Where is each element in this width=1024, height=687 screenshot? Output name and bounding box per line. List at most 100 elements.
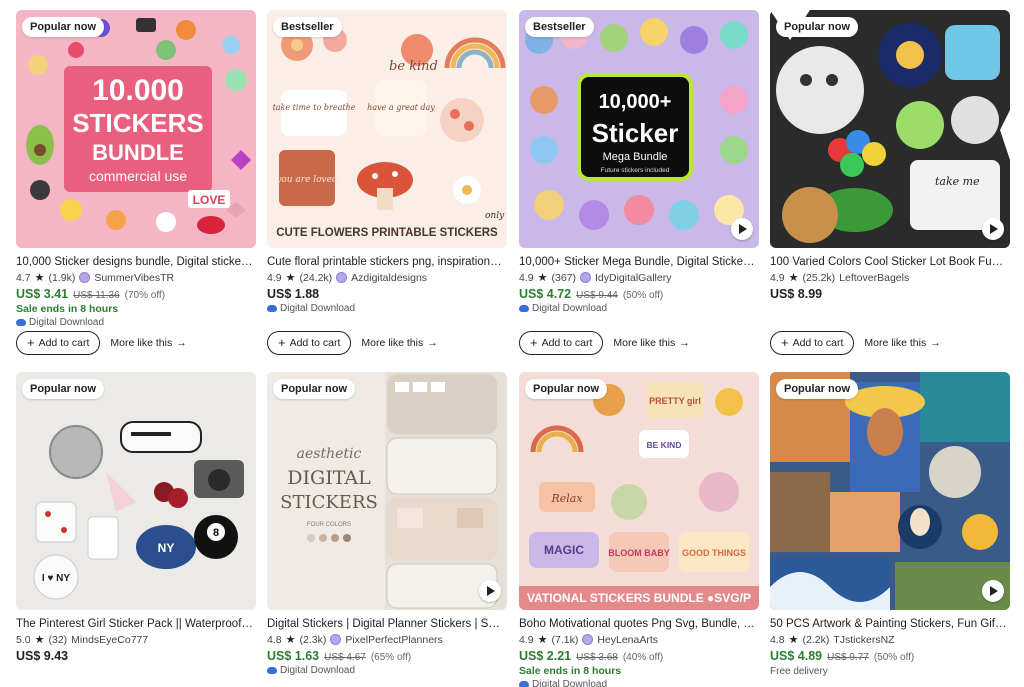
sticker-bundle-artwork: 10.000 STICKERS BUNDLE commercial use LO… xyxy=(16,10,256,248)
rating-row: 4.7 ★ (1.9k) SummerVibesTR xyxy=(16,271,256,285)
price-row: US$ 4.89 US$ 9.77 (50% off) xyxy=(770,649,1010,663)
more-like-this-link[interactable]: More like this → xyxy=(110,337,186,349)
pinterest-girl-stickers-artwork: NY 8 I ♥ NY xyxy=(16,372,256,610)
discount-percent: (50% off) xyxy=(622,290,664,301)
thumb-ny-text: I ♥ NY xyxy=(42,573,70,584)
listing-image[interactable]: 10.000 STICKERS BUNDLE commercial use LO… xyxy=(16,10,256,248)
review-count: (25.2k) xyxy=(802,271,836,284)
shop-name[interactable]: MindsEyeCo777 xyxy=(71,634,148,646)
cloud-download-icon xyxy=(519,305,529,312)
add-to-cart-button[interactable]: + Add to cart xyxy=(519,331,604,355)
rating-value: 4.9 xyxy=(519,633,534,646)
rating-row: 5.0 ★ (32) MindsEyeCo777 xyxy=(16,633,256,647)
cloud-download-icon xyxy=(16,319,26,326)
listing-card[interactable]: 10,000+ Sticker Mega Bundle Future stick… xyxy=(519,10,759,314)
digital-download-text: Digital Download xyxy=(532,303,608,314)
listing-card[interactable]: be kind take time to breathe have a grea… xyxy=(267,10,507,314)
shop-badge-icon xyxy=(580,272,591,283)
sale-price: US$ 4.89 xyxy=(770,649,823,663)
price: US$ 1.88 xyxy=(267,287,320,301)
listing-title[interactable]: The Pinterest Girl Sticker Pack || Water… xyxy=(16,617,254,631)
rating-value: 4.7 xyxy=(16,271,31,284)
listing-title[interactable]: 100 Varied Colors Cool Sticker Lot Book … xyxy=(770,255,1008,269)
shop-name[interactable]: IdyDigitalGallery xyxy=(595,272,671,284)
price-row: US$ 9.43 xyxy=(16,649,256,663)
card-actions: + Add to cart More like this → xyxy=(519,331,690,355)
listing-title[interactable]: 50 PCS Artwork & Painting Stickers, Fun … xyxy=(770,617,1008,631)
listing-image[interactable]: take me Popular now xyxy=(770,10,1010,248)
thumb-title-line2: Sticker xyxy=(592,118,679,148)
thumb-sticker-text: only xyxy=(485,211,505,221)
play-video-icon[interactable] xyxy=(731,218,753,240)
rating-value: 4.9 xyxy=(519,271,534,284)
thumb-sticker-text: PRETTY girl xyxy=(649,396,701,406)
add-to-cart-button[interactable]: + Add to cart xyxy=(770,331,855,355)
sale-price: US$ 1.63 xyxy=(267,649,320,663)
listing-card[interactable]: aesthetic DIGITAL STICKERS FOUR COLORS P… xyxy=(267,372,507,676)
thumb-sticker-text: GOOD THINGS xyxy=(682,548,746,558)
rating-value: 4.8 xyxy=(267,633,282,646)
thumb-sticker-text: BE KIND xyxy=(647,440,682,450)
shop-name[interactable]: TJstickersNZ xyxy=(833,634,894,646)
more-like-this-link[interactable]: More like this → xyxy=(613,337,689,349)
more-like-this-link[interactable]: More like this → xyxy=(864,337,940,349)
shop-badge-icon xyxy=(79,272,91,283)
rating-value: 4.9 xyxy=(770,271,785,284)
shop-name[interactable]: Azdigitaldesigns xyxy=(351,272,427,284)
arrow-right-icon: → xyxy=(427,337,438,349)
thumb-banner-text: VATIONAL STICKERS BUNDLE ●SVG/P xyxy=(527,591,751,605)
listing-image[interactable]: 10,000+ Sticker Mega Bundle Future stick… xyxy=(519,10,759,248)
play-video-icon[interactable] xyxy=(479,580,501,602)
digital-planner-stickers-artwork: aesthetic DIGITAL STICKERS FOUR COLORS xyxy=(267,372,507,610)
cloud-download-icon xyxy=(267,667,277,674)
listing-title[interactable]: 10,000+ Sticker Mega Bundle, Digital Sti… xyxy=(519,255,757,269)
listing-image[interactable]: NY 8 I ♥ NY Popular now xyxy=(16,372,256,610)
rating-row: 4.9 ★ (7.1k) HeyLenaArts xyxy=(519,633,759,647)
bestseller-badge: Bestseller xyxy=(273,17,342,37)
thumb-title-line1: 10,000+ xyxy=(599,91,672,113)
star-icon: ★ xyxy=(285,272,296,284)
thumb-sticker-text: Relax xyxy=(550,492,583,505)
star-icon: ★ xyxy=(788,634,799,646)
listing-image[interactable]: aesthetic DIGITAL STICKERS FOUR COLORS P… xyxy=(267,372,507,610)
shop-badge-icon xyxy=(582,634,594,645)
original-price: US$ 4.67 xyxy=(324,652,366,663)
shop-name[interactable]: LeftoverBagels xyxy=(839,272,909,284)
thumb-sticker-text: take me xyxy=(935,175,980,188)
listing-image[interactable]: PRETTY girl BE KIND Relax MAGIC BLOOM BA… xyxy=(519,372,759,610)
arrow-right-icon: → xyxy=(679,337,690,349)
review-count: (367) xyxy=(551,271,576,284)
price: US$ 9.43 xyxy=(16,649,69,663)
listing-card[interactable]: 10.000 STICKERS BUNDLE commercial use LO… xyxy=(16,10,256,328)
discount-percent: (70% off) xyxy=(124,290,166,301)
shop-badge-icon xyxy=(336,272,348,283)
thumb-sticker-text: MAGIC xyxy=(544,543,584,557)
price-row: US$ 8.99 xyxy=(770,287,1010,301)
digital-download-label: Digital Download xyxy=(519,303,759,314)
listing-title[interactable]: Boho Motivational quotes Png Svg, Bundle… xyxy=(519,617,757,631)
add-to-cart-button[interactable]: + Add to cart xyxy=(267,331,352,355)
shop-name[interactable]: SummerVibesTR xyxy=(94,272,174,284)
listing-card[interactable]: PRETTY girl BE KIND Relax MAGIC BLOOM BA… xyxy=(519,372,759,687)
shop-name[interactable]: HeyLenaArts xyxy=(597,634,658,646)
popular-now-badge: Popular now xyxy=(22,17,104,37)
play-video-icon[interactable] xyxy=(982,580,1004,602)
thumb-title-line4: commercial use xyxy=(89,168,187,184)
listing-title[interactable]: 10,000 Sticker designs bundle, Digital s… xyxy=(16,255,254,269)
sale-ends-text: Sale ends in 8 hours xyxy=(16,303,119,315)
listing-card[interactable]: Popular now 50 PCS Artwork & Painting St… xyxy=(770,372,1010,677)
listing-card[interactable]: NY 8 I ♥ NY Popular now The Pinterest Gi… xyxy=(16,372,256,663)
listing-title[interactable]: Digital Stickers | Digital Planner Stick… xyxy=(267,617,505,631)
add-to-cart-button[interactable]: + Add to cart xyxy=(16,331,101,355)
listing-title[interactable]: Cute floral printable stickers png, insp… xyxy=(267,255,505,269)
thumb-title-line3: BUNDLE xyxy=(92,140,184,165)
listing-card[interactable]: take me Popular now 100 Varied Colors Co… xyxy=(770,10,1010,301)
digital-download-text: Digital Download xyxy=(532,679,608,687)
listing-image[interactable]: be kind take time to breathe have a grea… xyxy=(267,10,507,248)
play-video-icon[interactable] xyxy=(982,218,1004,240)
more-like-this-link[interactable]: More like this → xyxy=(361,337,437,349)
shop-name[interactable]: PixelPerfectPlanners xyxy=(345,634,442,646)
thumb-sticker-text: have a great day xyxy=(367,103,435,112)
sale-price: US$ 3.41 xyxy=(16,287,69,301)
listing-image[interactable]: Popular now xyxy=(770,372,1010,610)
